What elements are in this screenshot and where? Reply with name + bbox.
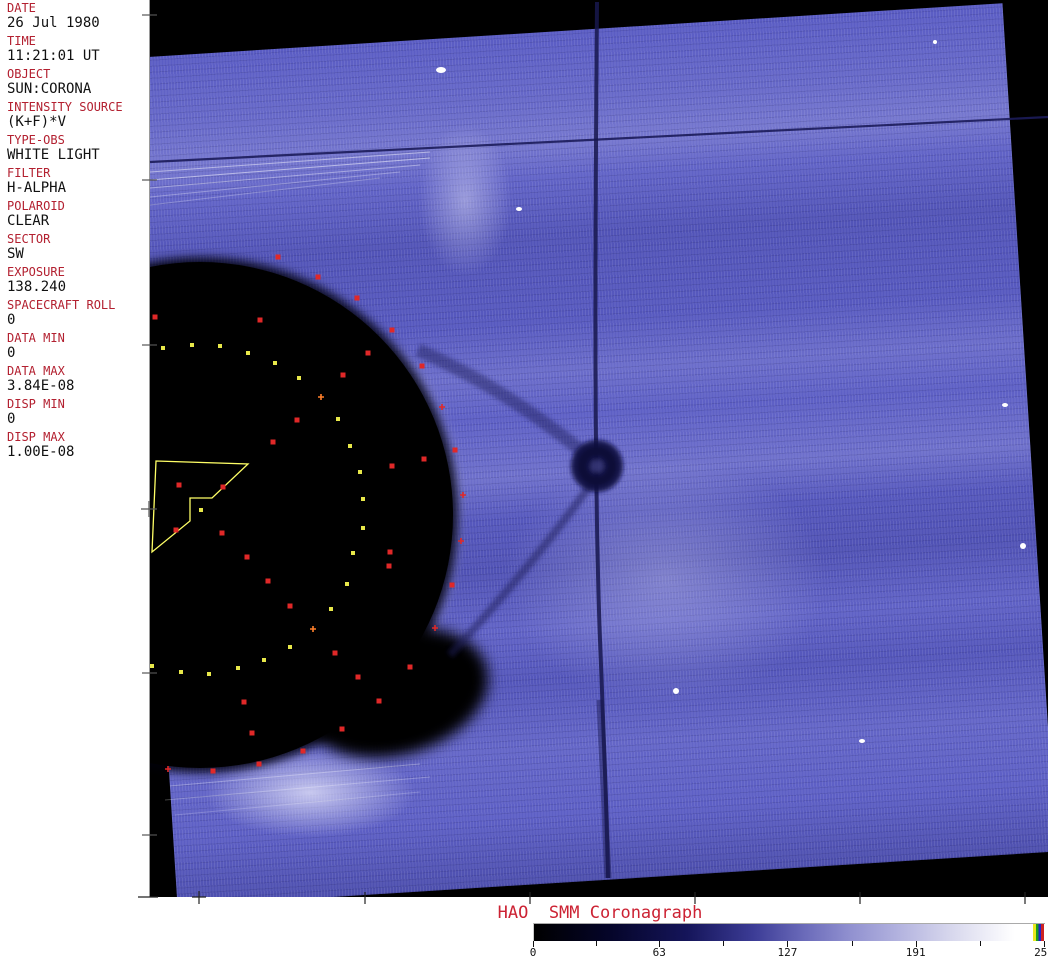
field-label: DISP MAX	[7, 430, 65, 444]
image-title: HAO SMM Coronagraph	[497, 903, 703, 923]
field-label: EXPOSURE	[7, 265, 65, 279]
colorbar-tick-label: 0	[529, 946, 537, 959]
metadata-field: EXPOSURE 138.240	[7, 265, 149, 296]
metadata-field: SECTOR SW	[7, 232, 149, 263]
field-label: DISP MIN	[7, 397, 65, 411]
metadata-sidebar: DATE 26 Jul 1980 TIME 11:21:01 UT OBJECT SUN:…	[0, 0, 150, 897]
field-label: SECTOR	[7, 232, 51, 246]
field-label: SPACECRAFT ROLL	[7, 298, 116, 312]
field-label: INTENSITY SOURCE	[7, 100, 123, 114]
field-value: 138.240	[7, 279, 67, 295]
field-value: 0	[7, 312, 16, 328]
colorbar-tick-label: 127	[777, 946, 798, 959]
field-value: 0	[7, 345, 16, 361]
metadata-field: FILTER H-ALPHA	[7, 166, 149, 197]
field-label: FILTER	[7, 166, 51, 180]
field-value: CLEAR	[7, 213, 50, 229]
intensity-colorbar	[533, 923, 1045, 941]
metadata-field: TIME 11:21:01 UT	[7, 34, 149, 65]
field-label: TYPE-OBS	[7, 133, 65, 147]
field-value: 3.84E-08	[7, 378, 75, 394]
metadata-field: OBJECT SUN:CORONA	[7, 67, 149, 98]
metadata-field: DISP MIN 0	[7, 397, 149, 428]
field-label: TIME	[7, 34, 36, 48]
metadata-field: DISP MAX 1.00E-08	[7, 430, 149, 461]
field-value: H-ALPHA	[7, 180, 67, 196]
metadata-field: DATA MAX 3.84E-08	[7, 364, 149, 395]
colorbar-tick-label: 191	[905, 946, 926, 959]
field-value: WHITE LIGHT	[7, 147, 100, 163]
field-label: DATA MIN	[7, 331, 65, 345]
colorbar-minor-tick	[596, 941, 598, 946]
field-label: DATA MAX	[7, 364, 65, 378]
lut-saturation-stripes	[1033, 924, 1044, 941]
colorbar-tick-label: 63	[652, 946, 666, 959]
colorbar-minor-tick	[723, 941, 725, 946]
metadata-field: POLAROID CLEAR	[7, 199, 149, 230]
field-value: (K+F)*V	[7, 114, 67, 130]
field-value: SW	[7, 246, 24, 262]
metadata-field-list: DATE 26 Jul 1980 TIME 11:21:01 UT OBJECT SUN:…	[7, 1, 149, 461]
metadata-field: TYPE-OBS WHITE LIGHT	[7, 133, 149, 164]
field-label: DATE	[7, 1, 36, 15]
field-value: 1.00E-08	[7, 444, 75, 460]
colorbar-tick-label: 255	[1034, 946, 1048, 959]
colorbar-minor-tick	[851, 941, 853, 946]
field-label: POLAROID	[7, 199, 65, 213]
field-value: SUN:CORONA	[7, 81, 92, 97]
metadata-field: DATE 26 Jul 1980	[7, 1, 149, 32]
field-value: 11:21:01 UT	[7, 48, 100, 64]
colorbar-minor-tick	[979, 941, 981, 946]
metadata-field: DATA MIN 0	[7, 331, 149, 362]
field-value: 0	[7, 411, 16, 427]
field-label: OBJECT	[7, 67, 51, 81]
metadata-field: INTENSITY SOURCE (K+F)*V	[7, 100, 149, 131]
coronagraph-image-canvas[interactable]	[150, 0, 1048, 897]
field-value: 26 Jul 1980	[7, 15, 100, 31]
metadata-field: SPACECRAFT ROLL 0	[7, 298, 149, 329]
